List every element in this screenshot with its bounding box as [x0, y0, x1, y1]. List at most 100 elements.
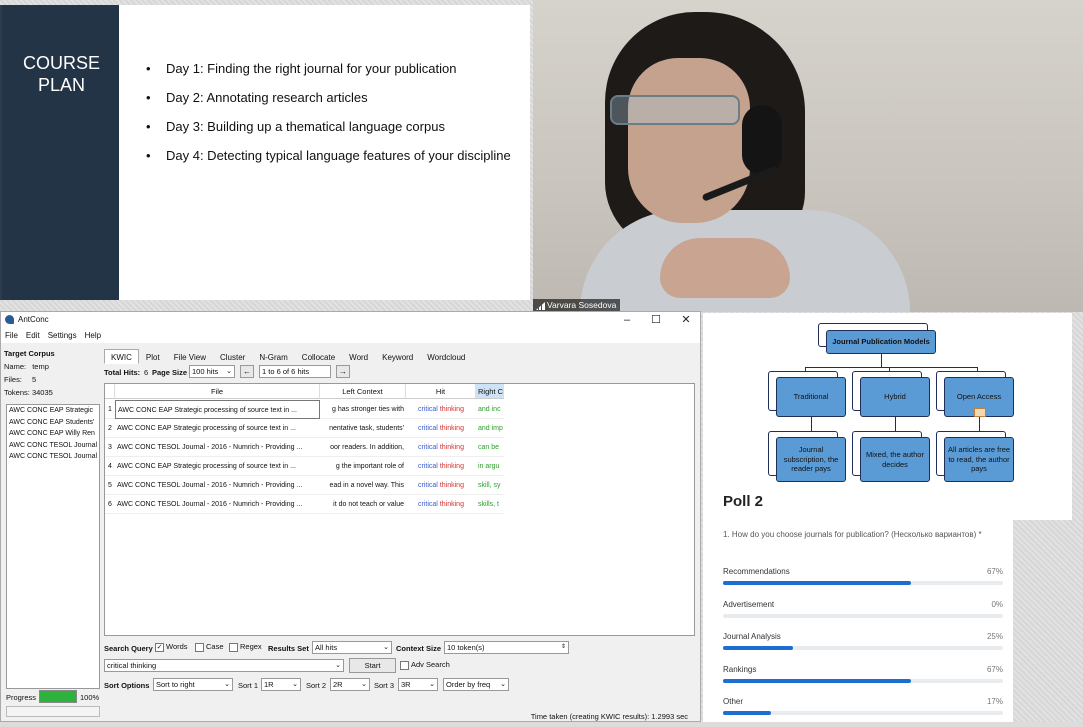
sort3-select[interactable]: 3R ⌄: [398, 678, 438, 691]
diagram-box-hybrid: Hybrid: [860, 377, 930, 417]
adv-search-label: Adv Search: [411, 660, 450, 669]
slide-title-line2: PLAN: [37, 75, 86, 95]
sort3-value: 3R: [401, 680, 411, 689]
menu-file[interactable]: File: [5, 328, 18, 343]
menu-settings[interactable]: Settings: [48, 328, 77, 343]
menu-edit[interactable]: Edit: [26, 328, 40, 343]
sort-direction-value: Sort to right: [156, 680, 195, 689]
poll-panel: Poll 2 1. How do you choose journals for…: [703, 487, 1013, 722]
order-value: Order by freq: [446, 680, 491, 689]
adv-search-checkbox[interactable]: Adv Search: [400, 660, 450, 670]
results-set-select[interactable]: All hits ⌄: [312, 641, 392, 654]
tab-file-view[interactable]: File View: [167, 349, 213, 364]
total-hits-value: 6: [144, 368, 149, 377]
table-row[interactable]: 1 AWC CONC EAP Strategic processing of s…: [105, 400, 504, 419]
row-right-context: and inc: [476, 400, 504, 419]
case-checkbox[interactable]: Case: [195, 642, 224, 652]
hit-word-2: thinking: [439, 444, 464, 451]
row-number: 4: [105, 457, 115, 476]
progress-value: 100%: [80, 693, 100, 702]
corpus-file-item[interactable]: AWC CONC EAP Willy Ren: [7, 428, 99, 440]
menu-help[interactable]: Help: [85, 328, 101, 343]
corpus-file-item[interactable]: AWC CONC TESOL Journal: [7, 451, 99, 463]
column-header-right-context[interactable]: Right Context: [476, 384, 504, 399]
diagram-root-box: Journal Publication Models: [826, 330, 936, 354]
close-button[interactable]: ✕: [678, 313, 694, 327]
chevron-down-icon: ⌄: [292, 681, 298, 688]
poll-option: Rankings 67%: [723, 665, 1003, 695]
files-value: 5: [32, 375, 37, 384]
poll-option: Advertisement 0%: [723, 600, 1003, 630]
page-size-select[interactable]: 100 hits ⌄: [189, 365, 235, 378]
poll-option-track: [723, 581, 1003, 585]
row-left-context: it do not teach or value: [320, 495, 406, 514]
tab-plot[interactable]: Plot: [139, 349, 167, 364]
row-file: AWC CONC TESOL Journal - 2016 - Numrich …: [115, 438, 320, 457]
sort2-select[interactable]: 2R ⌄: [330, 678, 370, 691]
tokens-value: 34035: [31, 388, 53, 397]
tab-word[interactable]: Word: [342, 349, 375, 364]
words-checkbox[interactable]: ✓ Words: [155, 642, 188, 652]
row-file: AWC CONC EAP Strategic processing of sou…: [115, 419, 320, 438]
previous-page-button[interactable]: ←: [240, 365, 254, 378]
poll-option-label: Other: [723, 697, 744, 706]
search-input[interactable]: critical thinking ⌄: [104, 659, 344, 672]
corpus-file-item[interactable]: AWC CONC TESOL Journal: [7, 440, 99, 452]
diagram-detail-hybrid: Mixed, the author decides: [860, 437, 930, 482]
tab-collocate[interactable]: Collocate: [295, 349, 342, 364]
next-page-button[interactable]: →: [336, 365, 350, 378]
kwic-results-table[interactable]: File Left Context Hit Right Context 1 AW…: [104, 383, 695, 636]
page-size-label: Page Size: [152, 368, 188, 377]
table-row[interactable]: 6 AWC CONC TESOL Journal - 2016 - Numric…: [105, 495, 504, 514]
window-titlebar[interactable]: AntConc – ☐ ✕: [1, 312, 700, 328]
poll-option-percent: 67%: [986, 567, 1003, 576]
table-row[interactable]: 2 AWC CONC EAP Strategic processing of s…: [105, 419, 504, 438]
hit-word-2: thinking: [439, 482, 464, 489]
row-right-context: in argu: [476, 457, 504, 476]
row-file: AWC CONC TESOL Journal - 2016 - Numrich …: [115, 476, 320, 495]
row-hit: critical thinking: [406, 495, 476, 514]
column-header-hit[interactable]: Hit: [406, 384, 476, 399]
table-row[interactable]: 3 AWC CONC TESOL Journal - 2016 - Numric…: [105, 438, 504, 457]
regex-checkbox[interactable]: Regex: [229, 642, 262, 652]
table-row[interactable]: 4 AWC CONC EAP Strategic processing of s…: [105, 457, 504, 476]
maximize-button[interactable]: ☐: [648, 313, 664, 327]
row-hit: critical thinking: [406, 400, 476, 419]
context-size-label: Context Size: [396, 644, 442, 653]
slide-bullet: Day 1: Finding the right journal for you…: [146, 54, 511, 83]
start-button[interactable]: Start: [349, 658, 396, 673]
order-select[interactable]: Order by freq ⌄: [443, 678, 509, 691]
tab-n-gram[interactable]: N-Gram: [252, 349, 294, 364]
corpus-file-list[interactable]: AWC CONC EAP Strategic AWC CONC EAP Stud…: [6, 404, 100, 689]
page-size-value: 100 hits: [192, 367, 219, 376]
minimize-button[interactable]: –: [619, 313, 635, 327]
chevron-down-icon: ⌄: [361, 681, 367, 688]
context-size-spinner[interactable]: 10 token(s) ⇕: [444, 641, 569, 654]
tab-keyword[interactable]: Keyword: [375, 349, 420, 364]
check-icon: ✓: [155, 642, 164, 652]
tab-wordcloud[interactable]: Wordcloud: [420, 349, 472, 364]
tab-cluster[interactable]: Cluster: [213, 349, 252, 364]
column-header-left-context[interactable]: Left Context: [320, 384, 406, 399]
corpus-file-item[interactable]: AWC CONC EAP Strategic: [7, 405, 99, 417]
sort-direction-select[interactable]: Sort to right ⌄: [153, 678, 233, 691]
status-text: Time taken (creating KWIC results): 1.29…: [530, 712, 688, 721]
menu-bar: File Edit Settings Help: [1, 328, 700, 343]
poll-title: Poll 2: [723, 493, 764, 510]
hit-word-1: critical: [418, 482, 438, 489]
slide-title-line1: COURSE: [22, 53, 100, 73]
diagram-connector: [881, 354, 882, 367]
table-row[interactable]: 5 AWC CONC TESOL Journal - 2016 - Numric…: [105, 476, 504, 495]
column-header-file[interactable]: File: [115, 384, 320, 399]
tab-kwic[interactable]: KWIC: [104, 349, 139, 364]
sort1-value: 1R: [264, 680, 274, 689]
hit-word-1: critical: [418, 501, 438, 508]
sort1-select[interactable]: 1R ⌄: [261, 678, 301, 691]
diagram-connector: [895, 417, 896, 431]
participant-name: Varvara Sosedova: [547, 300, 617, 310]
hit-word-2: thinking: [439, 425, 464, 432]
name-label: Name:: [4, 362, 27, 371]
arrow-right-icon: →: [339, 367, 347, 376]
diagram-connector: [805, 367, 977, 368]
corpus-file-item[interactable]: AWC CONC EAP Students': [7, 417, 99, 429]
